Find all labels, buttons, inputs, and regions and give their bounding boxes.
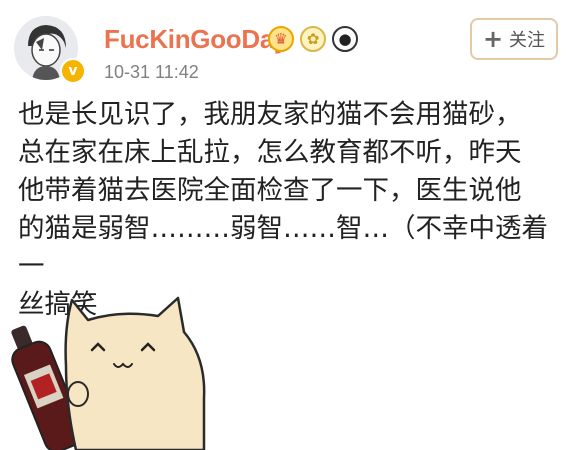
follow-button-label: 关注 (509, 30, 546, 51)
follow-button[interactable]: + 关注 (470, 18, 558, 60)
post-timestamp[interactable]: 10-31 11:42 (104, 62, 199, 83)
cat-bottle-sticker-image[interactable] (0, 286, 250, 450)
post-line: 他带着猫去医院全面检查了一下，医生说他 (18, 175, 522, 206)
panda-badge-icon[interactable]: ● (332, 26, 358, 52)
user-badges: ♛ ✿ ● (268, 26, 358, 52)
lotus-badge-icon[interactable]: ✿ (300, 26, 326, 52)
post-line: 的猫是弱智………弱智……智…（不幸中透着一 (18, 213, 548, 282)
plus-icon: + (482, 25, 504, 53)
post-line: 总在家在床上乱拉，怎么教育都不听，昨天 (18, 137, 522, 168)
verified-badge-icon: v (60, 58, 86, 84)
post-line: 也是长见识了，我朋友家的猫不会用猫砂， (18, 99, 522, 130)
crown-badge-icon[interactable]: ♛ (268, 26, 294, 52)
username[interactable]: FucKinGooDay (104, 24, 289, 55)
